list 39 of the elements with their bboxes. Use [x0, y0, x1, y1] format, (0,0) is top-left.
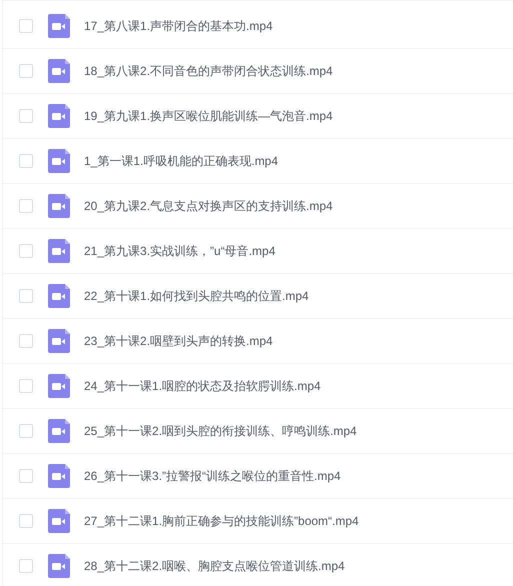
checkbox[interactable]: [19, 469, 33, 483]
file-name[interactable]: 22_第十课1.如何找到头腔共鸣的位置.mp4: [84, 287, 309, 305]
checkbox[interactable]: [19, 334, 33, 348]
file-name[interactable]: 20_第九课2.气息支点对换声区的支持训练.mp4: [84, 197, 333, 215]
file-name[interactable]: 17_第八课1.声带闭合的基本功.mp4: [84, 17, 273, 35]
checkbox[interactable]: [19, 289, 33, 303]
checkbox[interactable]: [19, 379, 33, 393]
file-name[interactable]: 28_第十二课2.咽喉、胸腔支点喉位管道训练.mp4: [84, 557, 345, 575]
checkbox[interactable]: [19, 424, 33, 438]
checkbox[interactable]: [19, 154, 33, 168]
checkbox[interactable]: [19, 559, 33, 573]
video-file-icon: [48, 59, 70, 83]
video-file-icon: [48, 194, 70, 218]
video-file-icon: [48, 239, 70, 263]
file-name[interactable]: 18_第八课2.不同音色的声带闭合状态训练.mp4: [84, 62, 333, 80]
checkbox[interactable]: [19, 514, 33, 528]
video-file-icon: [48, 284, 70, 308]
video-file-icon: [48, 149, 70, 173]
checkbox[interactable]: [19, 244, 33, 258]
checkbox[interactable]: [19, 64, 33, 78]
video-file-icon: [48, 509, 70, 533]
file-name[interactable]: 23_第十课2.咽壁到头声的转换.mp4: [84, 332, 273, 350]
file-name[interactable]: 27_第十二课1.胸前正确参与的技能训练”boom“.mp4: [84, 512, 359, 530]
video-file-icon: [48, 14, 70, 38]
checkbox[interactable]: [19, 109, 33, 123]
file-name[interactable]: 25_第十一课2.咽到头腔的衔接训练、哼鸣训练.mp4: [84, 422, 357, 440]
file-name[interactable]: 19_第九课1.换声区喉位肌能训练—气泡音.mp4: [84, 107, 333, 125]
video-file-icon: [48, 464, 70, 488]
video-file-icon: [48, 554, 70, 578]
video-file-icon: [48, 104, 70, 128]
file-name[interactable]: 26_第十一课3.”拉警报“训练之喉位的重音性.mp4: [84, 467, 341, 485]
video-file-icon: [48, 374, 70, 398]
file-name[interactable]: 21_第九课3.实战训练，”u“母音.mp4: [84, 242, 276, 260]
checkbox[interactable]: [19, 19, 33, 33]
checkbox[interactable]: [19, 199, 33, 213]
video-file-icon: [48, 419, 70, 443]
file-name[interactable]: 24_第十一课1.咽腔的状态及抬软腭训练.mp4: [84, 377, 321, 395]
video-file-icon: [48, 329, 70, 353]
file-name[interactable]: 1_第一课1.呼吸机能的正确表现.mp4: [84, 152, 278, 170]
